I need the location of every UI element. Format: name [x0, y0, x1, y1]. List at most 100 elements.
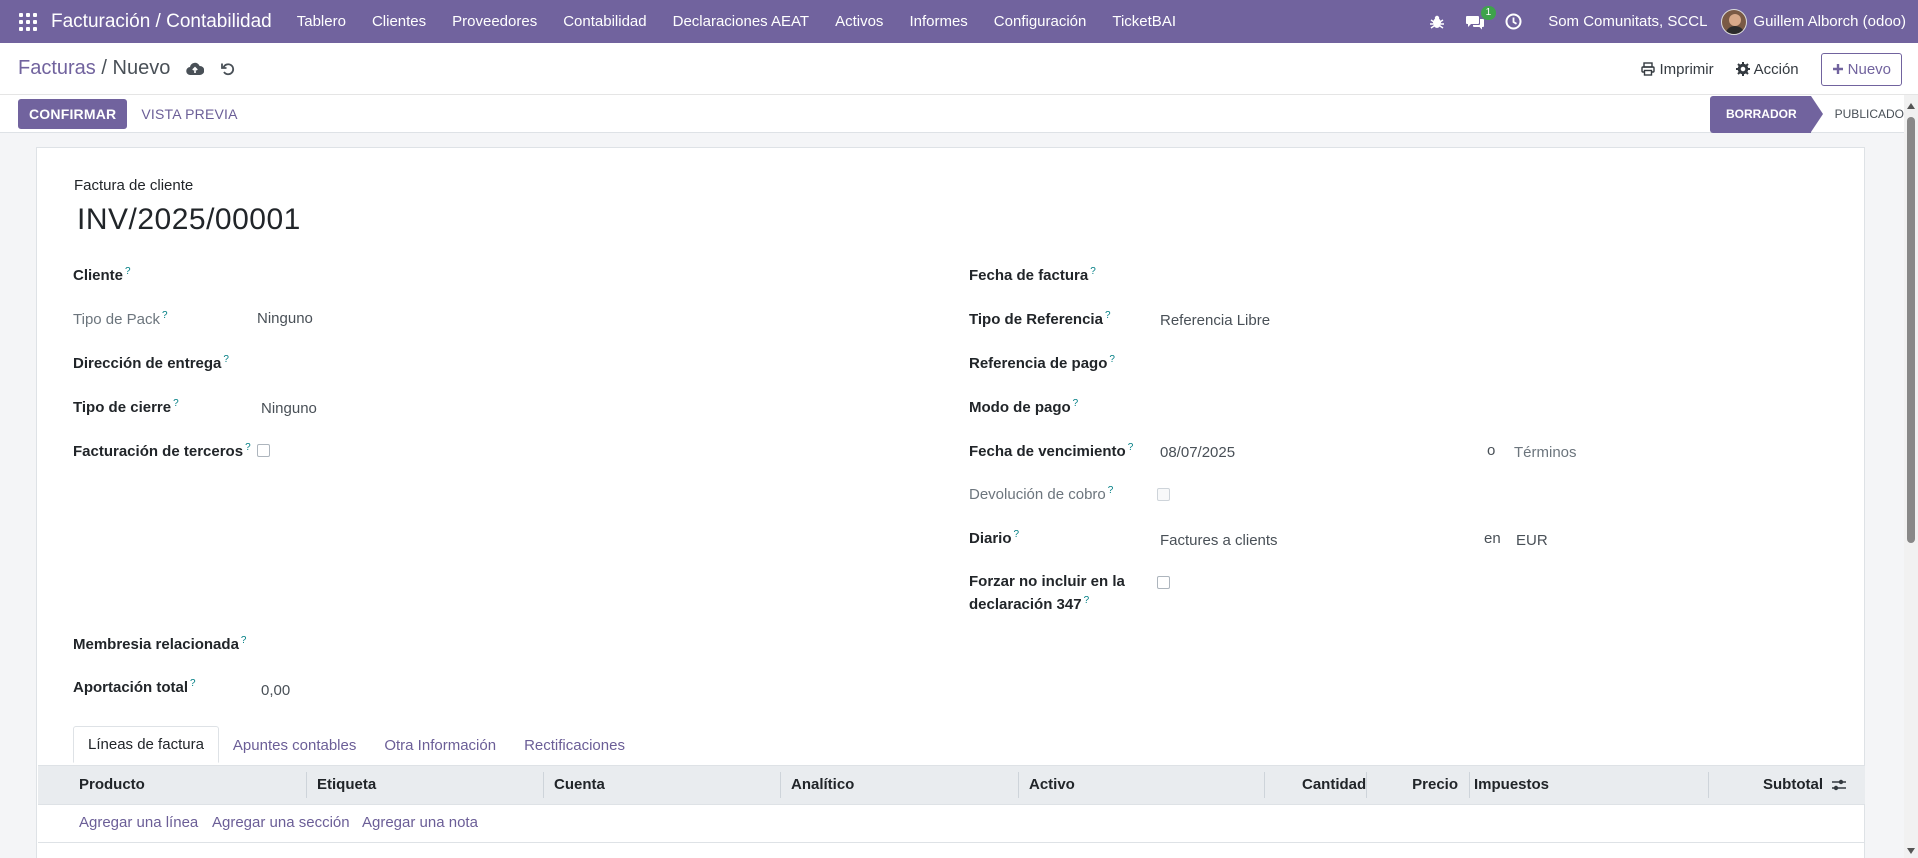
stage-publicado[interactable]: PUBLICADO	[1811, 107, 1904, 121]
menu-proveedores[interactable]: Proveedores	[439, 13, 550, 30]
label-referencia-pago: Referencia de pago?	[969, 354, 1115, 372]
tab-lineas-factura[interactable]: Líneas de factura	[73, 726, 219, 763]
notebook-tabs: Líneas de factura Apuntes contables Otra…	[73, 726, 639, 763]
document-type: Factura de cliente	[74, 177, 194, 194]
menu-activos[interactable]: Activos	[822, 13, 896, 30]
col-resize-handle[interactable]	[1366, 772, 1367, 798]
add-note-link[interactable]: Agregar una nota	[362, 814, 478, 831]
label-forzar-347-line1: Forzar no incluir en la	[969, 573, 1125, 590]
user-menu[interactable]: Guillem Alborch (odoo)	[1753, 13, 1906, 30]
col-analitico[interactable]: Analítico	[791, 766, 854, 804]
tab-apuntes-contables[interactable]: Apuntes contables	[219, 728, 370, 763]
company-switcher[interactable]: Som Comunitats, SCCL	[1548, 13, 1707, 30]
col-resize-handle[interactable]	[543, 772, 544, 798]
forzar-347-checkbox[interactable]	[1157, 576, 1170, 589]
diario-select[interactable]: Factures a clients	[1160, 532, 1278, 549]
label-membresia: Membresia relacionada?	[73, 635, 247, 653]
label-facturacion-terceros: Facturación de terceros?	[73, 442, 251, 460]
menu-tablero[interactable]: Tablero	[284, 13, 359, 30]
col-resize-handle[interactable]	[1018, 772, 1019, 798]
col-resize-handle[interactable]	[1264, 772, 1265, 798]
app-title[interactable]: Facturación / Contabilidad	[51, 11, 272, 33]
menu-clientes[interactable]: Clientes	[359, 13, 439, 30]
fecha-vencimiento-input[interactable]: 08/07/2025	[1160, 444, 1235, 461]
breadcrumb-current: Nuevo	[112, 57, 171, 79]
label-devolucion-cobro: Devolución de cobro?	[969, 485, 1114, 503]
col-subtotal[interactable]: Subtotal	[1738, 766, 1823, 804]
chat-icon[interactable]: 1	[1460, 5, 1497, 30]
confirm-button[interactable]: CONFIRMAR	[18, 98, 128, 129]
tipo-cierre-value[interactable]: Ninguno	[261, 400, 317, 417]
tab-rectificaciones[interactable]: Rectificaciones	[510, 728, 639, 763]
label-diario: Diario?	[969, 529, 1020, 547]
save-cloud-icon[interactable]	[186, 62, 205, 76]
label-direccion-entrega: Dirección de entrega?	[73, 354, 229, 372]
preview-button[interactable]: VISTA PREVIA	[141, 106, 237, 122]
scroll-thumb[interactable]	[1907, 117, 1915, 543]
menu-configuracion[interactable]: Configuración	[981, 13, 1100, 30]
menu-declaraciones-aeat[interactable]: Declaraciones AEAT	[660, 13, 822, 30]
tab-otra-informacion[interactable]: Otra Información	[370, 728, 510, 763]
scroll-up-arrow-icon[interactable]	[1907, 103, 1915, 109]
facturacion-terceros-checkbox[interactable]	[257, 444, 270, 457]
devolucion-cobro-checkbox	[1157, 488, 1170, 501]
stage-borrador[interactable]: BORRADOR	[1709, 95, 1823, 133]
add-lines-row: Agregar una línea Agregar una sección Ag…	[38, 805, 1865, 843]
currency-select[interactable]: EUR	[1516, 532, 1548, 549]
menu-informes[interactable]: Informes	[896, 13, 980, 30]
main-menu: Tablero Clientes Proveedores Contabilida…	[284, 13, 1189, 30]
top-navbar: Facturación / Contabilidad Tablero Clien…	[0, 0, 1918, 43]
col-impuestos[interactable]: Impuestos	[1474, 766, 1549, 804]
apps-grid-icon[interactable]	[19, 12, 37, 31]
bug-icon[interactable]	[1422, 14, 1452, 30]
terminos-input[interactable]: Términos	[1514, 444, 1577, 461]
en-separator: en	[1484, 530, 1501, 547]
aportacion-total-value: 0,00	[261, 682, 291, 699]
new-button[interactable]: Nuevo	[1820, 52, 1902, 86]
o-separator: o	[1487, 442, 1496, 459]
discard-undo-icon[interactable]	[220, 61, 236, 77]
action-button[interactable]: Acción	[1735, 61, 1799, 78]
col-resize-handle[interactable]	[306, 772, 307, 798]
clock-icon[interactable]	[1498, 13, 1528, 30]
invoice-lines-header: Producto Etiqueta Cuenta Analítico Activ…	[38, 765, 1865, 805]
label-forzar-347-line2: declaración 347?	[969, 595, 1090, 613]
add-section-link[interactable]: Agregar una sección	[212, 814, 350, 831]
menu-ticketbai[interactable]: TicketBAI	[1099, 13, 1189, 30]
label-tipo-referencia: Tipo de Referencia?	[969, 310, 1111, 328]
label-fecha-factura: Fecha de factura?	[969, 266, 1096, 284]
status-bar: CONFIRMAR VISTA PREVIA BORRADOR PUBLICAD…	[0, 95, 1918, 133]
user-avatar[interactable]	[1721, 8, 1748, 35]
add-line-link[interactable]: Agregar una línea	[79, 814, 198, 831]
col-cantidad[interactable]: Cantidad	[1302, 766, 1366, 804]
control-panel: Facturas / Nuevo Imprimir Acción Nuevo	[0, 43, 1918, 95]
label-fecha-vencimiento: Fecha de vencimiento?	[969, 442, 1134, 460]
col-cuenta[interactable]: Cuenta	[554, 766, 605, 804]
gear-icon	[1735, 62, 1750, 76]
tipo-referencia-value[interactable]: Referencia Libre	[1160, 312, 1270, 329]
print-icon	[1641, 62, 1656, 76]
label-tipo-pack: Tipo de Pack?	[73, 310, 168, 328]
stage-pipeline: BORRADOR PUBLICADO	[1709, 95, 1904, 133]
print-button[interactable]: Imprimir	[1641, 60, 1714, 78]
scroll-down-arrow-icon[interactable]	[1907, 848, 1915, 854]
tipo-pack-value[interactable]: Ninguno	[257, 310, 313, 327]
col-resize-handle[interactable]	[1708, 772, 1709, 798]
vertical-scrollbar[interactable]	[1904, 95, 1918, 858]
breadcrumb: Facturas / Nuevo	[18, 57, 170, 80]
optional-columns-icon[interactable]	[1831, 778, 1847, 795]
label-tipo-cierre: Tipo de cierre?	[73, 398, 179, 416]
menu-contabilidad[interactable]: Contabilidad	[550, 13, 659, 30]
navbar-systray: 1 Som Comunitats, SCCL Guillem Alborch (…	[1418, 0, 1906, 43]
form-sheet: Factura de cliente INV/2025/00001 Client…	[36, 147, 1865, 858]
document-name: INV/2025/00001	[77, 203, 301, 236]
breadcrumb-facturas[interactable]: Facturas	[18, 57, 96, 79]
col-etiqueta[interactable]: Etiqueta	[317, 766, 376, 804]
col-resize-handle[interactable]	[780, 772, 781, 798]
col-precio[interactable]: Precio	[1396, 766, 1458, 804]
print-label: Imprimir	[1659, 60, 1714, 78]
col-resize-handle[interactable]	[1469, 772, 1470, 798]
col-producto[interactable]: Producto	[79, 766, 145, 804]
label-modo-pago: Modo de pago?	[969, 398, 1079, 416]
col-activo[interactable]: Activo	[1029, 766, 1075, 804]
